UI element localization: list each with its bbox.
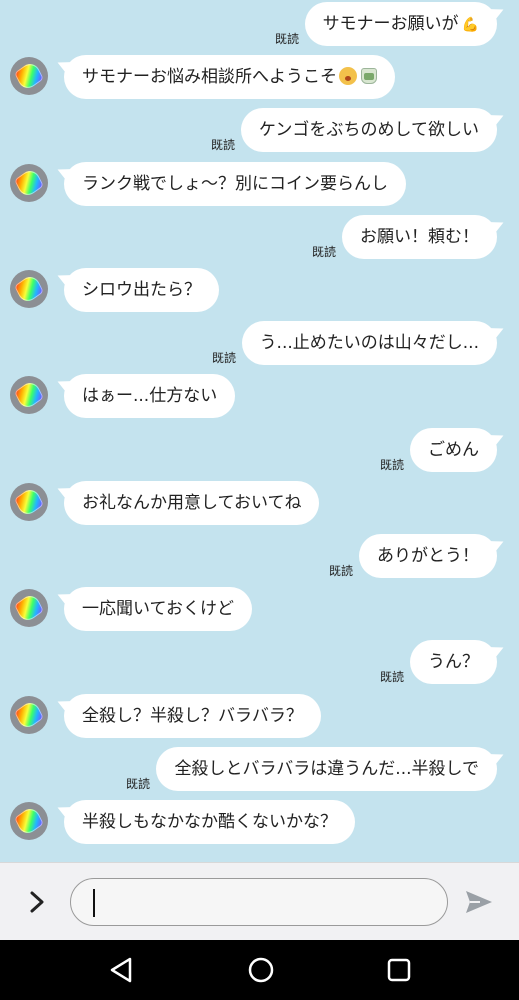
sent-message-bubble[interactable]: サモナーお願いが 💪 [304,2,497,46]
message-text: サモナーお悩み相談所へようこそ [82,67,337,87]
message-text: ケンゴをぶちのめして欲しい [258,120,479,140]
read-receipt: 既読 [379,670,404,684]
received-message-bubble[interactable]: 全殺し？半殺し？バラバラ？ [64,694,321,738]
home-circle-icon[interactable] [245,954,277,986]
received-message-bubble[interactable]: 一応聞いておくけど [64,587,252,631]
message-text: 全殺しとバラバラは違うんだ...半殺しで [174,759,479,779]
rainbow-gem-icon [14,485,44,519]
received-message-row: 半殺しもなかなか酷くないかな？ [0,800,519,844]
avatar[interactable] [10,57,48,95]
read-receipt: 既読 [125,777,150,791]
rainbow-gem-icon [14,59,44,93]
sent-message-row: うん？ 既読 [0,640,519,684]
message-text: サモナーお願いが [322,14,459,34]
message-text: 全殺し？半殺し？バラバラ？ [82,706,303,726]
received-message-row: 一応聞いておくけど [0,587,519,631]
sent-message-row: ごめん既読 [0,428,519,472]
received-message-bubble[interactable]: お礼なんか用意しておいてね [64,481,320,525]
received-message-row: お礼なんか用意しておいてね [0,481,519,525]
received-message-bubble[interactable]: ランク戦でしょ～？別にコイン要らんし [64,162,406,206]
chat-area[interactable]: サモナーお願いが 💪 既読 サモナーお悩み相談所へようこそ ケンゴをぶちのめして欲しい既… [0,0,519,862]
flexed-arm-emoji: 💪 [461,17,479,33]
avatar[interactable] [10,376,48,414]
received-message-bubble[interactable]: はぁー...仕方ない [64,374,236,418]
sent-message-bubble[interactable]: ケンゴをぶちのめして欲しい [240,108,497,152]
message-text: お礼なんか用意しておいてね [82,493,302,513]
received-message-bubble[interactable]: 半殺しもなかなか酷くないかな？ [64,800,355,844]
read-receipt: 既読 [379,458,404,472]
message-text: シロウ出たら？ [82,280,201,300]
rainbow-gem-icon [14,166,44,200]
received-message-row: シロウ出たら？ [0,268,519,312]
yawning-face-emoji [339,67,357,85]
sent-message-row: お願い！頼む！ 既読 [0,215,519,259]
rainbow-gem-icon [14,591,44,625]
send-icon[interactable] [464,889,494,915]
recent-square-icon[interactable] [383,954,415,986]
avatar[interactable] [10,483,48,521]
sent-message-row: 全殺しとバラバラは違うんだ...半殺しで既読 [0,747,519,791]
chevron-right-icon[interactable] [22,887,52,917]
text-caret [93,889,95,917]
avatar[interactable] [10,270,48,308]
received-message-row: ランク戦でしょ～？別にコイン要らんし [0,162,519,206]
message-text: う...止めたいのは山々だし... [259,333,479,353]
read-receipt: 既読 [274,32,299,46]
message-text: はぁー...仕方ない [82,386,218,406]
sent-message-row: ケンゴをぶちのめして欲しい既読 [0,108,519,152]
rainbow-gem-icon [14,272,44,306]
message-text: ありがとう！ [377,546,479,566]
message-text: ごめん [428,440,479,460]
sent-message-bubble[interactable]: 全殺しとバラバラは違うんだ...半殺しで [156,747,497,791]
message-text: うん？ [428,652,479,672]
message-text: 一応聞いておくけど [82,599,234,619]
avatar[interactable] [10,696,48,734]
received-message-row: 全殺し？半殺し？バラバラ？ [0,694,519,738]
received-message-row: サモナーお悩み相談所へようこそ [0,55,519,99]
sent-message-bubble[interactable]: ありがとう！ [359,534,497,578]
avatar[interactable] [10,589,48,627]
received-message-bubble[interactable]: シロウ出たら？ [64,268,219,312]
sent-message-bubble[interactable]: ごめん [410,428,497,472]
message-input[interactable] [70,878,448,926]
tea-cup-emoji [361,68,377,84]
sent-message-bubble[interactable]: う...止めたいのは山々だし... [241,321,497,365]
back-triangle-icon[interactable] [106,954,138,986]
input-bar [0,862,519,940]
system-nav-bar [0,940,519,1000]
message-text: 半殺しもなかなか酷くないかな？ [82,812,337,832]
message-text: お願い！頼む！ [360,227,479,247]
sent-message-row: サモナーお願いが 💪 既読 [0,2,519,46]
rainbow-gem-icon [14,804,44,838]
read-receipt: 既読 [311,245,336,259]
read-receipt: 既読 [210,138,235,152]
received-message-bubble[interactable]: サモナーお悩み相談所へようこそ [64,55,395,99]
rainbow-gem-icon [14,698,44,732]
sent-message-bubble[interactable]: うん？ [410,640,497,684]
message-text: ランク戦でしょ～？別にコイン要らんし [82,174,388,194]
avatar[interactable] [10,164,48,202]
sent-message-row: う...止めたいのは山々だし... 既読 [0,321,519,365]
read-receipt: 既読 [211,351,236,365]
sent-message-row: ありがとう！ 既読 [0,534,519,578]
sent-message-bubble[interactable]: お願い！頼む！ [342,215,497,259]
read-receipt: 既読 [328,564,353,578]
received-message-row: はぁー...仕方ない [0,374,519,418]
avatar[interactable] [10,802,48,840]
rainbow-gem-icon [14,378,44,412]
